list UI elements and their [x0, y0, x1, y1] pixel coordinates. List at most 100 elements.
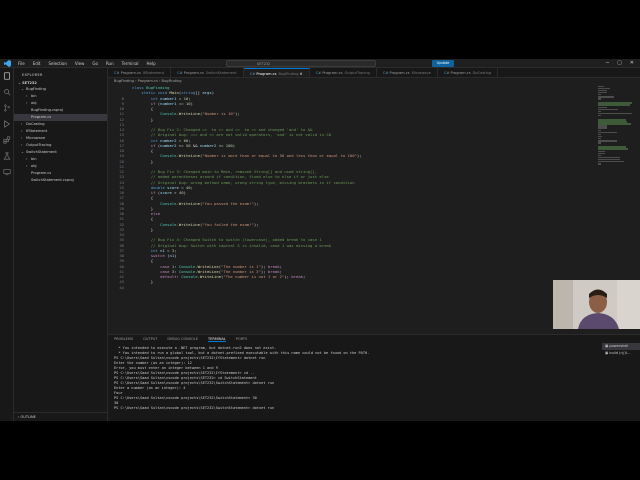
tab-outputtracing[interactable]: C# Program.cs OutputTracing: [310, 68, 377, 77]
title-bar: File Edit Selection View Go Run Terminal Help S…: [0, 59, 640, 68]
csharp-file-icon: C#: [177, 71, 184, 75]
tree-item[interactable]: › bin: [14, 93, 107, 100]
tab-file-label: Program.cs: [120, 71, 141, 75]
minimap-line: [598, 114, 602, 117]
tree-item[interactable]: BugFinding.csproj: [14, 107, 107, 114]
terminal-line: PS C:\Users\Saad Sultan\vscode projects\…: [114, 406, 275, 410]
tab-bugfinding[interactable]: C# Program.cs BugFinding ✕: [243, 68, 310, 77]
tab-close-icon[interactable]: ✕: [298, 72, 303, 76]
menu-item-run[interactable]: Run: [106, 61, 114, 66]
tab-folder-label: DoCasting: [472, 71, 492, 75]
tab-folder-label: SwitchStatement: [205, 71, 237, 75]
tree-item[interactable]: › obj: [14, 100, 107, 107]
testing-icon[interactable]: [0, 148, 14, 164]
tab-switchstatement[interactable]: C# Program.cs SwitchStatement: [171, 68, 244, 77]
code-editor[interactable]: class BugFinding static void Main(string…: [108, 85, 596, 329]
menu-item-edit[interactable]: Edit: [33, 61, 41, 66]
tree-item[interactable]: › IfStatement: [14, 128, 107, 135]
tree-item-label: BugFinding: [26, 87, 46, 91]
source-control-icon[interactable]: [0, 100, 14, 116]
panel-tab-debug-console[interactable]: DEBUG CONSOLE: [167, 337, 198, 341]
minimap-line: [598, 160, 624, 163]
menu-item-file[interactable]: File: [18, 61, 25, 66]
remote-icon[interactable]: [0, 164, 14, 180]
panel-tab-ports[interactable]: PORTS: [236, 337, 247, 341]
tree-item-label: Program.cs: [31, 171, 52, 175]
tree-item[interactable]: › OutputTracing: [14, 142, 107, 149]
minimap-line: [598, 112, 633, 115]
panel-tab-problems[interactable]: PROBLEMS: [114, 337, 133, 341]
tree-item[interactable]: ⌄ BugFinding: [14, 86, 107, 93]
minimap-line: [598, 142, 602, 144]
vscode-window: File Edit Selection View Go Run Terminal Help S…: [0, 59, 640, 421]
window-controls: ─ ▢ ✕: [606, 59, 640, 68]
close-icon[interactable]: ✕: [630, 59, 634, 68]
tree-item-label: obj: [31, 101, 37, 105]
tab-microwave[interactable]: C# Program.cs Microwave: [377, 68, 438, 77]
menu-item-view[interactable]: View: [75, 61, 85, 66]
outline-label: OUTLINE: [20, 415, 36, 419]
tab-ifstatement[interactable]: C# Program.cs IfStatement: [108, 68, 172, 77]
tree-item-label: bin: [31, 94, 37, 98]
minimize-icon[interactable]: ─: [606, 59, 609, 68]
panel-tab-output[interactable]: OUTPUT: [143, 337, 157, 341]
code-text: }: [132, 226, 154, 232]
search-icon[interactable]: [0, 84, 14, 100]
tree-item-label: Program.cs: [31, 115, 52, 119]
webcam-overlay: [553, 280, 640, 329]
menu-bar: File Edit Selection View Go Run Terminal Help: [18, 61, 156, 66]
file-tree: ⌄ BugFinding › bin › obj BugFinding.csproj Prog…: [14, 86, 107, 184]
menu-item-help[interactable]: Help: [147, 61, 156, 66]
tree-item-label: DoCasting: [26, 122, 45, 126]
editor-tabs: C# Program.cs IfStatement C# Program.cs Swi…: [108, 68, 640, 78]
tab-folder-label: IfStatement: [142, 71, 165, 75]
tree-item-label: OutputTracing: [26, 143, 52, 147]
terminal-instance-label: build (r)(U...: [609, 351, 631, 355]
tree-item-label: IfStatement: [26, 129, 48, 133]
panel-tabs: PROBLEMS OUTPUT DEBUG CONSOLE TERMINAL PORTS: [108, 335, 640, 343]
breadcrumb[interactable]: BugFinding › Program.cs › BugFinding: [108, 78, 640, 85]
tree-item-label: Microwave: [26, 136, 46, 140]
maximize-icon[interactable]: ▢: [617, 59, 622, 68]
menu-item-terminal[interactable]: Terminal: [122, 61, 139, 66]
tree-item[interactable]: › DoCasting: [14, 121, 107, 128]
explorer-sidebar: EXPLORER ⌄ SET232 ⌄ BugFinding › bin › obj Bug…: [14, 68, 108, 421]
bottom-panel: PROBLEMS OUTPUT DEBUG CONSOLE TERMINAL PORTS…: [108, 334, 640, 421]
update-button[interactable]: Update: [432, 60, 454, 67]
tab-file-label: Program.cs: [450, 71, 471, 75]
menu-item-go[interactable]: Go: [92, 61, 98, 66]
tab-folder-label: Microwave: [411, 71, 431, 75]
tab-file-label: Program.cs: [389, 71, 410, 75]
terminal-output[interactable]: * You intended to execute a .NET program…: [114, 346, 594, 411]
window-title: SET232: [257, 62, 271, 66]
tree-item[interactable]: ⌄ SwitchStatement: [14, 149, 107, 156]
minimap-line: [598, 98, 602, 100]
code-text: Console.WriteLine("Number is more than o…: [160, 153, 362, 159]
csharp-file-icon: C#: [382, 71, 390, 75]
tab-file-label: Program.cs: [183, 71, 204, 75]
code-text: default: Console.WriteLine("The number i…: [160, 274, 306, 279]
activity-bar: [0, 68, 14, 421]
tree-item[interactable]: › bin: [14, 156, 107, 163]
extensions-icon[interactable]: [0, 132, 14, 148]
code-text: }: [132, 116, 154, 122]
outline-section[interactable]: › OUTLINE: [14, 412, 108, 421]
tree-item[interactable]: › Microwave: [14, 135, 107, 142]
code-text: }: [132, 158, 154, 164]
terminal-instance[interactable]: ▣ build (r)(U...: [602, 350, 640, 357]
tree-item[interactable]: › obj: [14, 163, 107, 170]
run-debug-icon[interactable]: [0, 116, 14, 132]
panel-tab-terminal[interactable]: TERMINAL: [208, 337, 226, 342]
command-center-search[interactable]: SET232: [226, 60, 376, 67]
menu-item-selection[interactable]: Selection: [48, 61, 66, 66]
tree-item[interactable]: SwitchStatement.csproj: [14, 177, 107, 184]
tree-item[interactable]: Program.cs: [14, 170, 107, 177]
tree-item[interactable]: Program.cs: [14, 114, 107, 121]
tree-item-label: bin: [31, 157, 37, 161]
files-icon[interactable]: [0, 68, 14, 84]
tab-file-label: Program.cs: [256, 72, 277, 76]
tab-docasting[interactable]: C# Program.cs DoCasting: [438, 68, 499, 77]
tab-file-label: Program.cs: [322, 71, 343, 75]
terminal-instance[interactable]: ▣ powershell: [602, 343, 640, 350]
tree-item-label: SwitchStatement: [26, 150, 57, 154]
